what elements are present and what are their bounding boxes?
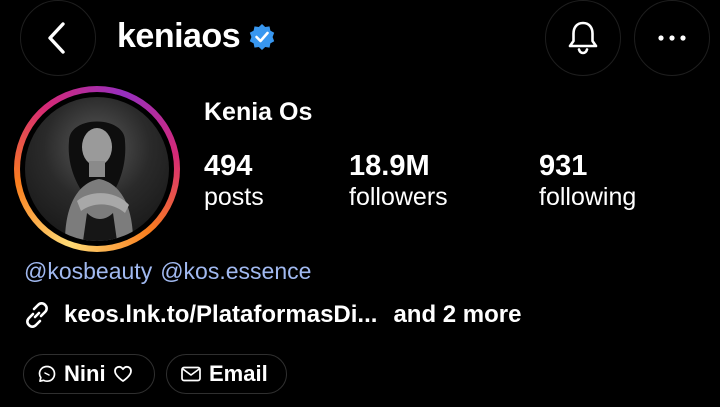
email-label: Email <box>209 361 268 386</box>
mention-link-kosbeauty[interactable]: @kosbeauty <box>24 258 152 284</box>
display-name: Kenia Os <box>204 98 313 126</box>
link-icon <box>26 302 48 328</box>
threads-icon <box>38 365 56 383</box>
stat-posts[interactable]: 494 posts <box>204 150 264 212</box>
avatar-silhouette <box>65 121 133 241</box>
avatar-photo <box>25 97 169 241</box>
posts-label: posts <box>204 183 264 211</box>
mention-link-kos-essence[interactable]: @kos.essence <box>160 258 311 284</box>
threads-label: Nini <box>64 361 106 386</box>
more-links-text[interactable]: and 2 more <box>393 301 521 329</box>
stat-followers[interactable]: 18.9M followers <box>349 150 448 212</box>
more-horizontal-icon <box>658 35 686 41</box>
stat-following[interactable]: 931 following <box>539 150 636 212</box>
followers-label: followers <box>349 183 448 211</box>
envelope-icon <box>181 366 201 382</box>
following-label: following <box>539 183 637 211</box>
more-options-button[interactable] <box>634 0 710 76</box>
external-link-url[interactable]: keos.lnk.to/PlataformasDi... <box>64 301 377 329</box>
bio-mentions: @kosbeauty @kos.essence <box>24 258 319 285</box>
email-button[interactable]: Email <box>166 354 287 394</box>
following-count: 931 <box>539 150 588 182</box>
external-links-row[interactable]: keos.lnk.to/PlataformasDi... and 2 more <box>22 300 521 330</box>
profile-username-header: keniaos <box>117 17 276 56</box>
chevron-left-icon <box>48 22 65 54</box>
posts-count: 494 <box>204 150 253 182</box>
verified-badge-icon <box>249 23 275 50</box>
heart-icon <box>113 365 132 382</box>
profile-avatar[interactable] <box>14 86 180 252</box>
threads-button[interactable]: Nini <box>23 354 155 394</box>
bell-icon <box>568 21 598 55</box>
back-button[interactable] <box>20 0 96 76</box>
followers-count: 18.9M <box>349 150 430 182</box>
username-text: keniaos <box>117 17 241 55</box>
notifications-button[interactable] <box>545 0 621 76</box>
